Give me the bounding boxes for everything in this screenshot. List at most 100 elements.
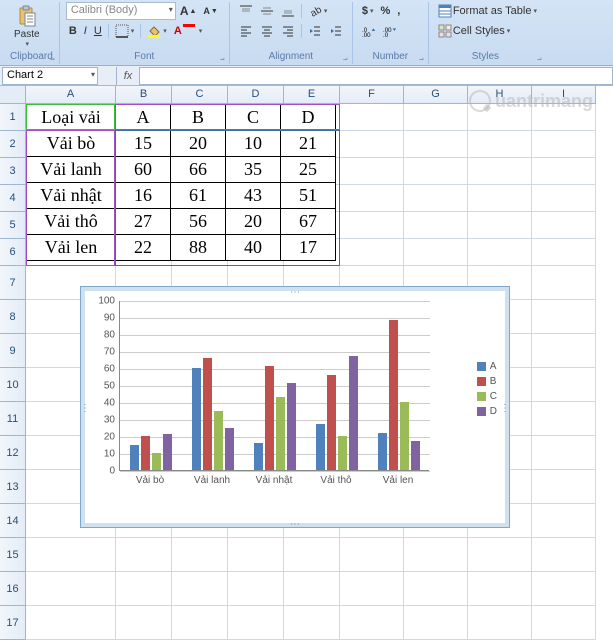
row-header[interactable]: 10 <box>0 368 26 402</box>
cell[interactable] <box>532 158 596 185</box>
row-header[interactable]: 9 <box>0 334 26 368</box>
name-box[interactable]: Chart 2 <box>2 67 98 85</box>
border-button[interactable] <box>112 22 138 40</box>
chart-bar[interactable] <box>316 424 325 470</box>
row-header[interactable]: 1 <box>0 104 26 131</box>
chart-bar[interactable] <box>349 356 358 470</box>
cell[interactable] <box>228 572 284 606</box>
cell[interactable] <box>284 538 340 572</box>
col-header[interactable]: G <box>404 86 468 104</box>
cell[interactable] <box>340 212 404 239</box>
paste-button[interactable]: Paste <box>10 3 44 50</box>
col-header[interactable]: I <box>532 86 596 104</box>
fx-button[interactable]: fx <box>116 67 140 85</box>
formula-input[interactable] <box>140 67 613 85</box>
col-header[interactable]: E <box>284 86 340 104</box>
cell-styles-button[interactable]: Cell Styles <box>435 22 513 40</box>
cell[interactable] <box>532 266 596 300</box>
cell[interactable] <box>532 104 596 131</box>
chart-bar[interactable] <box>400 402 409 470</box>
cell[interactable] <box>532 239 596 266</box>
align-right-button[interactable] <box>278 22 298 40</box>
cell[interactable] <box>468 104 532 131</box>
row-header[interactable]: 8 <box>0 300 26 334</box>
orientation-button[interactable]: ab <box>305 2 331 20</box>
cell[interactable] <box>26 538 116 572</box>
row-header[interactable]: 4 <box>0 185 26 212</box>
cell[interactable] <box>468 606 532 640</box>
chart-bar[interactable] <box>378 433 387 470</box>
cell[interactable] <box>404 572 468 606</box>
cell[interactable] <box>532 131 596 158</box>
chart-bar[interactable] <box>411 441 420 470</box>
cell[interactable] <box>404 104 468 131</box>
cell[interactable] <box>532 300 596 334</box>
cell[interactable] <box>172 572 228 606</box>
increase-decimal-button[interactable]: .0.00 <box>359 22 379 40</box>
col-header[interactable]: H <box>468 86 532 104</box>
col-header[interactable]: B <box>116 86 172 104</box>
align-center-button[interactable] <box>257 22 277 40</box>
chart-bar[interactable] <box>327 375 336 470</box>
plot-area[interactable]: 0102030405060708090100 Vải bòVải lanhVải… <box>119 301 429 491</box>
chart-bar[interactable] <box>254 443 263 470</box>
align-bottom-button[interactable] <box>278 2 298 20</box>
cell[interactable] <box>404 185 468 212</box>
row-header[interactable]: 7 <box>0 266 26 300</box>
row-header[interactable]: 16 <box>0 572 26 606</box>
cell[interactable] <box>116 606 172 640</box>
row-header[interactable]: 13 <box>0 470 26 504</box>
row-header[interactable]: 3 <box>0 158 26 185</box>
cell[interactable] <box>468 212 532 239</box>
cell[interactable] <box>532 572 596 606</box>
chart-bar[interactable] <box>141 436 150 470</box>
cell[interactable] <box>532 402 596 436</box>
cell[interactable] <box>284 606 340 640</box>
legend-item[interactable]: B <box>477 376 497 387</box>
legend-item[interactable]: A <box>477 361 497 372</box>
cell[interactable] <box>404 606 468 640</box>
cell[interactable] <box>468 185 532 212</box>
decrease-indent-button[interactable] <box>305 22 325 40</box>
legend-item[interactable]: D <box>477 406 497 417</box>
chart-legend[interactable]: ABCD <box>477 357 497 421</box>
chart-bar[interactable] <box>130 445 139 471</box>
align-middle-button[interactable] <box>257 2 277 20</box>
cell[interactable] <box>532 606 596 640</box>
cell[interactable] <box>532 212 596 239</box>
row-header[interactable]: 15 <box>0 538 26 572</box>
cell[interactable] <box>116 538 172 572</box>
cell[interactable] <box>340 239 404 266</box>
cell[interactable] <box>340 606 404 640</box>
percent-button[interactable]: % <box>377 2 393 20</box>
cell[interactable] <box>532 538 596 572</box>
resize-handle-right[interactable] <box>500 402 510 412</box>
cell[interactable] <box>468 538 532 572</box>
font-name-box[interactable]: Calibri (Body) <box>66 2 176 20</box>
row-header[interactable]: 5 <box>0 212 26 239</box>
chart-bar[interactable] <box>152 453 161 470</box>
row-header[interactable]: 14 <box>0 504 26 538</box>
chart-bar[interactable] <box>225 428 234 471</box>
cell[interactable] <box>404 131 468 158</box>
col-header[interactable]: C <box>172 86 228 104</box>
cell[interactable] <box>532 504 596 538</box>
bold-button[interactable]: B <box>66 22 80 40</box>
cell[interactable] <box>340 131 404 158</box>
cell[interactable] <box>404 158 468 185</box>
row-header[interactable]: 11 <box>0 402 26 436</box>
chart-bar[interactable] <box>203 358 212 470</box>
chart-object[interactable]: 0102030405060708090100 Vải bòVải lanhVải… <box>80 286 510 528</box>
cell[interactable] <box>468 239 532 266</box>
col-header[interactable]: D <box>228 86 284 104</box>
cell[interactable] <box>228 606 284 640</box>
decrease-font-button[interactable]: A▼ <box>200 2 220 20</box>
legend-item[interactable]: C <box>477 391 497 402</box>
cell[interactable] <box>340 158 404 185</box>
cell[interactable] <box>404 239 468 266</box>
row-header[interactable]: 6 <box>0 239 26 266</box>
chart-bar[interactable] <box>389 320 398 470</box>
row-header[interactable]: 12 <box>0 436 26 470</box>
cell[interactable] <box>532 436 596 470</box>
cell[interactable] <box>116 572 172 606</box>
